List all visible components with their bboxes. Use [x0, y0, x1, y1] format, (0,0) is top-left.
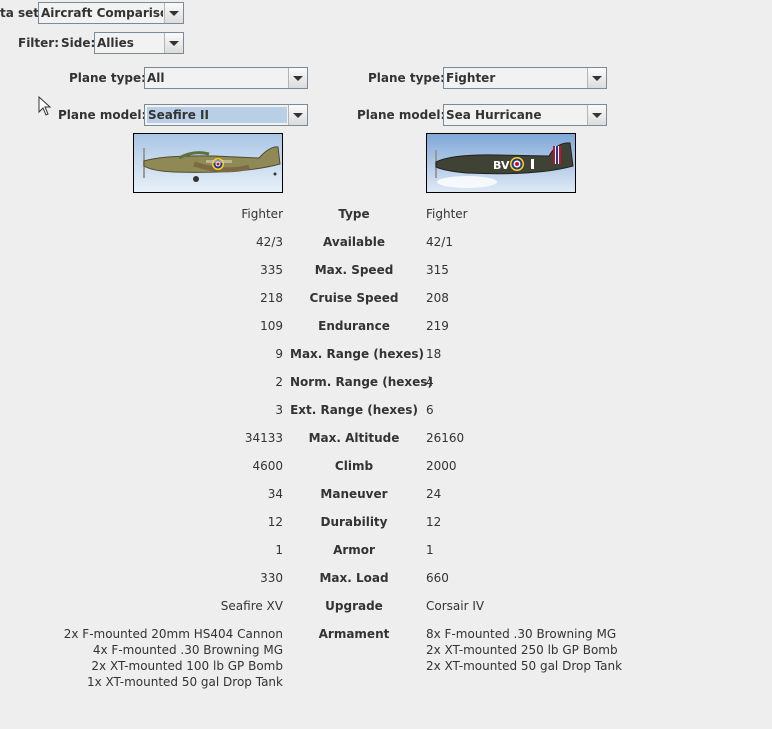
left-endurance-value: 109 — [260, 319, 283, 333]
spitfire-aircraft-image — [134, 134, 282, 192]
left-plane-type-combo[interactable]: All — [144, 67, 308, 89]
left-armor-value: 1 — [275, 543, 283, 557]
right-plane-type-value: Fighter — [446, 71, 496, 85]
right-plane-type-label: Plane type: — [368, 71, 445, 85]
armor-label: Armor — [333, 543, 375, 557]
left-plane-image — [133, 133, 283, 193]
right-type-value: Fighter — [426, 207, 468, 221]
upgrade-label: Upgrade — [325, 599, 383, 613]
left-plane-type-value: All — [147, 71, 165, 85]
left-plane-type-label: Plane type: — [69, 71, 146, 85]
left-max-altitude-value: 34133 — [244, 431, 283, 445]
chevron-down-icon[interactable] — [288, 68, 307, 88]
left-upgrade-value: Seafire XV — [220, 599, 283, 613]
right-plane-model-value: Sea Hurricane — [446, 108, 542, 122]
maneuver-label: Maneuver — [320, 487, 388, 501]
max-altitude-label: Max. Altitude — [308, 431, 400, 445]
left-climb-value: 4600 — [252, 459, 283, 473]
right-max-altitude-value: 26160 — [426, 431, 465, 445]
max-load-label: Max. Load — [319, 571, 389, 585]
left-durability-value: 12 — [267, 515, 283, 529]
left-plane-model-value: Seafire II — [147, 107, 287, 123]
right-norm-range-value: 4 — [426, 375, 434, 389]
right-available-value: 42/1 — [426, 235, 453, 249]
right-armor-value: 1 — [426, 543, 434, 557]
chevron-down-icon[interactable] — [587, 105, 606, 125]
right-armament-value: 8x F-mounted .30 Browning MG 2x XT-mount… — [426, 627, 623, 673]
left-ext-range-value: 3 — [275, 403, 283, 417]
left-max-speed-value: 335 — [260, 263, 283, 277]
right-plane-type-combo[interactable]: Fighter — [443, 67, 607, 89]
right-upgrade-value: Corsair IV — [426, 599, 485, 613]
chevron-down-icon[interactable] — [587, 68, 606, 88]
max-speed-label: Max. Speed — [314, 263, 394, 277]
right-plane-model-combo[interactable]: Sea Hurricane — [443, 104, 607, 126]
right-max-speed-value: 315 — [426, 263, 449, 277]
chevron-down-icon[interactable] — [164, 3, 183, 23]
ext-range-label: Ext. Range (hexes) — [290, 403, 418, 417]
right-plane-image: BV — [426, 133, 576, 193]
max-range-label: Max. Range (hexes) — [290, 347, 424, 361]
left-type-value: Fighter — [241, 207, 283, 221]
type-label: Type — [338, 207, 370, 221]
filter-label: Filter: — [18, 36, 60, 50]
left-max-range-value: 9 — [275, 347, 283, 361]
chevron-down-icon[interactable] — [164, 33, 183, 53]
right-maneuver-value: 24 — [426, 487, 442, 501]
chevron-down-icon[interactable] — [288, 105, 307, 125]
cruise-speed-label: Cruise Speed — [309, 291, 399, 305]
dataset-value: Aircraft Comparison — [41, 6, 163, 20]
mouse-cursor-icon — [38, 96, 52, 116]
right-climb-value: 2000 — [426, 459, 457, 473]
armament-label: Armament — [318, 627, 390, 641]
norm-range-label: Norm. Range (hexes) — [290, 375, 433, 389]
left-plane-model-combo[interactable]: Seafire II — [144, 104, 308, 126]
side-value: Allies — [97, 36, 134, 50]
right-plane-model-label: Plane model: — [357, 108, 446, 122]
left-max-load-value: 330 — [260, 571, 283, 585]
climb-label: Climb — [334, 459, 374, 473]
right-endurance-value: 219 — [426, 319, 449, 333]
right-max-load-value: 660 — [426, 571, 449, 585]
left-available-value: 42/3 — [256, 235, 283, 249]
right-durability-value: 12 — [426, 515, 442, 529]
side-label: Side: — [61, 36, 96, 50]
right-ext-range-value: 6 — [426, 403, 434, 417]
left-plane-model-label: Plane model: — [58, 108, 147, 122]
durability-label: Durability — [320, 515, 388, 529]
aircraft-code-text: BV — [493, 159, 510, 172]
side-combo[interactable]: Allies — [94, 32, 184, 54]
left-norm-range-value: 2 — [275, 375, 283, 389]
left-armament-value: 2x F-mounted 20mm HS404 Cannon 4x F-moun… — [63, 627, 283, 689]
right-cruise-speed-value: 208 — [426, 291, 449, 305]
dataset-combo[interactable]: Aircraft Comparison — [38, 2, 184, 24]
left-maneuver-value: 34 — [267, 487, 283, 501]
endurance-label: Endurance — [318, 319, 390, 333]
right-max-range-value: 18 — [426, 347, 442, 361]
left-cruise-speed-value: 218 — [260, 291, 283, 305]
hurricane-aircraft-image: BV — [427, 134, 575, 192]
available-label: Available — [323, 235, 385, 249]
